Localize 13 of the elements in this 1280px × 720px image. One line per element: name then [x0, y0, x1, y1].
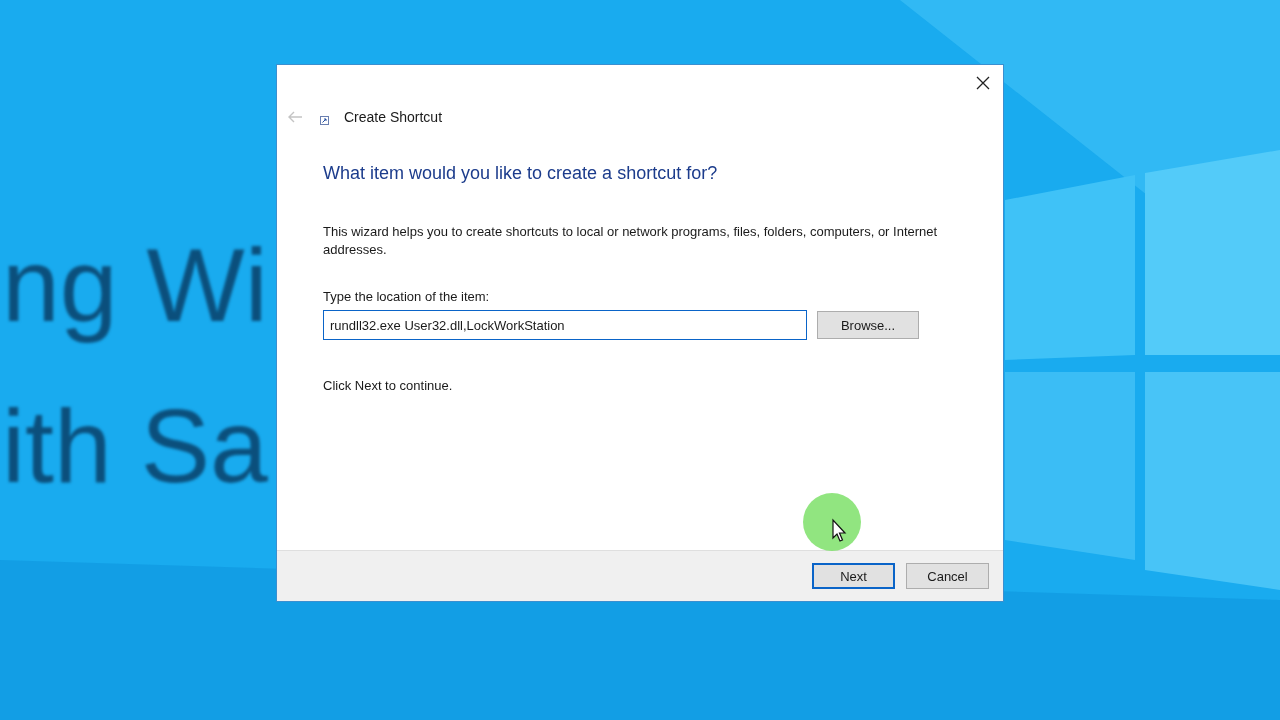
overlay-title-text: ith Sa [2, 386, 268, 506]
dialog-title: Create Shortcut [344, 109, 443, 125]
browse-button[interactable]: Browse... [817, 311, 919, 339]
hint-text: Click Next to continue. [323, 378, 454, 393]
cursor-icon [803, 493, 861, 551]
location-field[interactable]: rundll32.exe User32.dll,LockWorkStation [323, 310, 807, 340]
overlay-title-text: ng Wi [2, 226, 268, 345]
wizard-description: This wizard helps you to create shortcuts to local or network programs, files, folders, computers, or Internet addresses. [323, 223, 939, 259]
next-button[interactable]: Next [812, 563, 895, 589]
field-label: Type the location of the item: [323, 289, 491, 304]
shortcut-icon [320, 115, 329, 125]
cancel-button[interactable]: Cancel [906, 563, 989, 589]
wizard-heading: What item would you like to create a shortcut for? [323, 163, 719, 184]
